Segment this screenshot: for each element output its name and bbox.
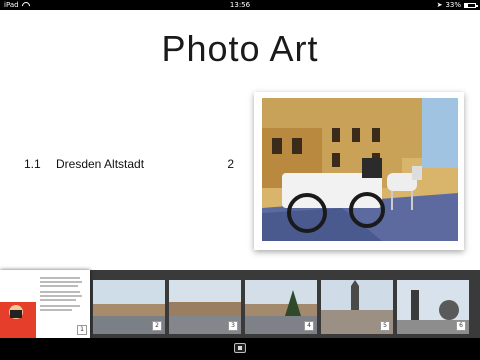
thumbnail-page[interactable]: 4 (245, 280, 317, 334)
battery-percent: 33% (445, 1, 461, 9)
thumbnail-page[interactable]: 2 (93, 280, 165, 334)
location-arrow-icon: ➤ (436, 1, 443, 9)
status-time: 13:56 (229, 1, 251, 9)
thumbnail-page-number: 3 (228, 321, 238, 331)
toc-page-number: 2 (227, 157, 234, 171)
thumbnail-page-number: 2 (152, 321, 162, 331)
status-right: ➤ 33% (436, 0, 478, 10)
page-title: Photo Art (161, 28, 319, 69)
thumbnail-page[interactable]: 5 (321, 280, 393, 334)
battery-fill (465, 3, 469, 7)
thumbnail-page-number: 5 (380, 321, 390, 331)
toc-entry[interactable]: 1.1 Dresden Altstadt 2 (24, 157, 234, 171)
photo-illustration (262, 98, 458, 241)
thumbnail-page-number: 1 (77, 325, 87, 335)
bottom-toolbar (0, 338, 480, 360)
photo-frame[interactable] (254, 92, 464, 250)
toc-number: 1.1 (24, 157, 41, 171)
thumbnail-page-number: 6 (456, 321, 466, 331)
battery-icon (464, 2, 478, 8)
dresden-carriage-photo (262, 98, 458, 241)
thumbnail-strip[interactable]: 1 2 3 4 5 6 (0, 270, 480, 338)
thumbnail-page[interactable]: 3 (169, 280, 241, 334)
toc-label: Dresden Altstadt (56, 157, 145, 171)
status-bar: iPad 13:56 ➤ 33% (0, 0, 480, 10)
thumbnail-page[interactable]: 6 (397, 280, 469, 334)
thumbnail-page-number: 4 (304, 321, 314, 331)
play-icon[interactable] (234, 343, 246, 353)
thumbnail-page[interactable]: 1 (0, 270, 90, 338)
